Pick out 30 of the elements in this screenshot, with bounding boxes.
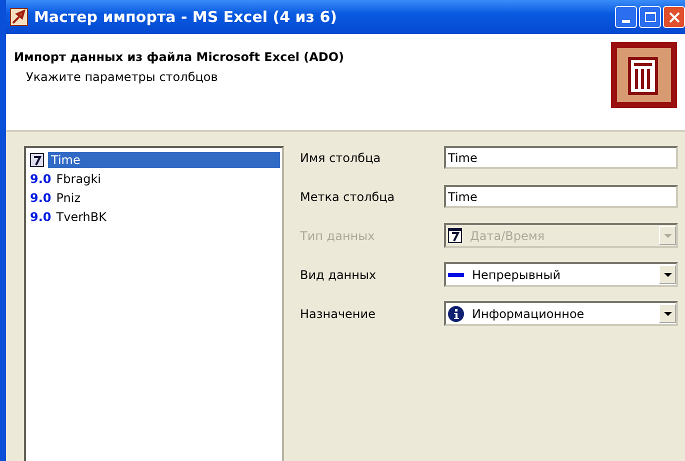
input-field[interactable]: Time [444, 146, 678, 169]
minimize-icon [622, 20, 630, 23]
info-icon [448, 306, 464, 322]
numeric-type-label: 9.0 [30, 190, 52, 204]
calendar-icon [30, 152, 44, 166]
field-label: Назначение [300, 306, 376, 320]
field-label: Метка столбца [300, 190, 396, 204]
column-list-item[interactable]: Time [48, 152, 280, 168]
column-list-item[interactable]: Fbragki [53, 170, 104, 186]
field-label: Имя столбца [300, 150, 382, 164]
input-field[interactable]: Time [444, 185, 678, 208]
field-label: Вид данных [300, 268, 378, 282]
header-subtitle: Укажите параметры столбцов [26, 70, 219, 84]
column-list-item[interactable]: Pniz [53, 190, 84, 206]
maximize-button[interactable] [639, 6, 661, 28]
minimize-button[interactable] [615, 6, 637, 28]
numeric-type-label: 9.0 [30, 210, 52, 224]
dropdown[interactable]: Непрерывный [444, 262, 678, 287]
numeric-type-label: 9.0 [30, 172, 52, 186]
table-logo-icon [611, 42, 677, 108]
close-button[interactable] [663, 6, 685, 28]
header-title: Импорт данных из файла Microsoft Excel (ADO) [14, 50, 344, 64]
maximize-icon [644, 12, 656, 22]
close-icon [668, 12, 680, 22]
window-title: Мастер импорта - MS Excel (4 из 6) [34, 8, 338, 26]
field-label: Тип данных [300, 228, 376, 242]
column-list-item[interactable]: TverhBK [53, 208, 110, 224]
calendar-icon [448, 228, 462, 243]
dropdown[interactable]: Информационное [444, 301, 678, 326]
app-icon [10, 8, 28, 26]
